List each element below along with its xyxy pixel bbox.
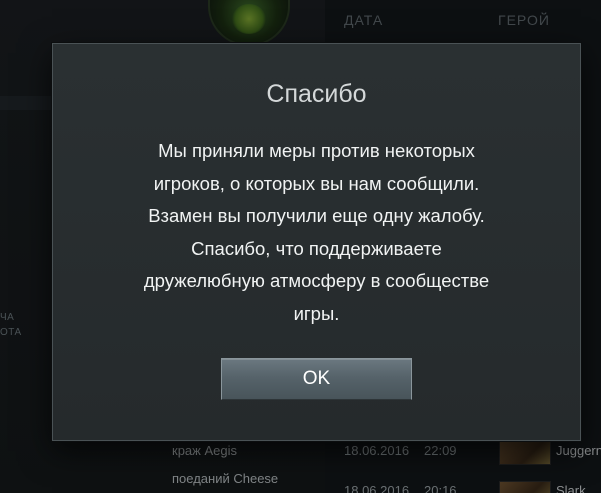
message-line: Взамен вы получили еще одну жалобу. — [148, 205, 485, 226]
message-line: дружелюбную атмосферу в сообществе — [143, 270, 490, 291]
message-line: Спасибо, что поддерживаете — [191, 237, 442, 259]
message-line: игроков, о которых вы нам сообщили. — [153, 172, 480, 194]
dialog-message: Мы приняли меры против некоторых игроков… — [93, 135, 540, 330]
dialog-title: Спасибо — [266, 80, 367, 108]
message-line: Мы приняли меры против некоторых — [158, 140, 475, 161]
ok-button[interactable]: OK — [221, 358, 412, 400]
message-line: игры. — [293, 302, 340, 324]
thank-you-dialog: Спасибо Мы приняли меры против некоторых… — [52, 43, 581, 441]
